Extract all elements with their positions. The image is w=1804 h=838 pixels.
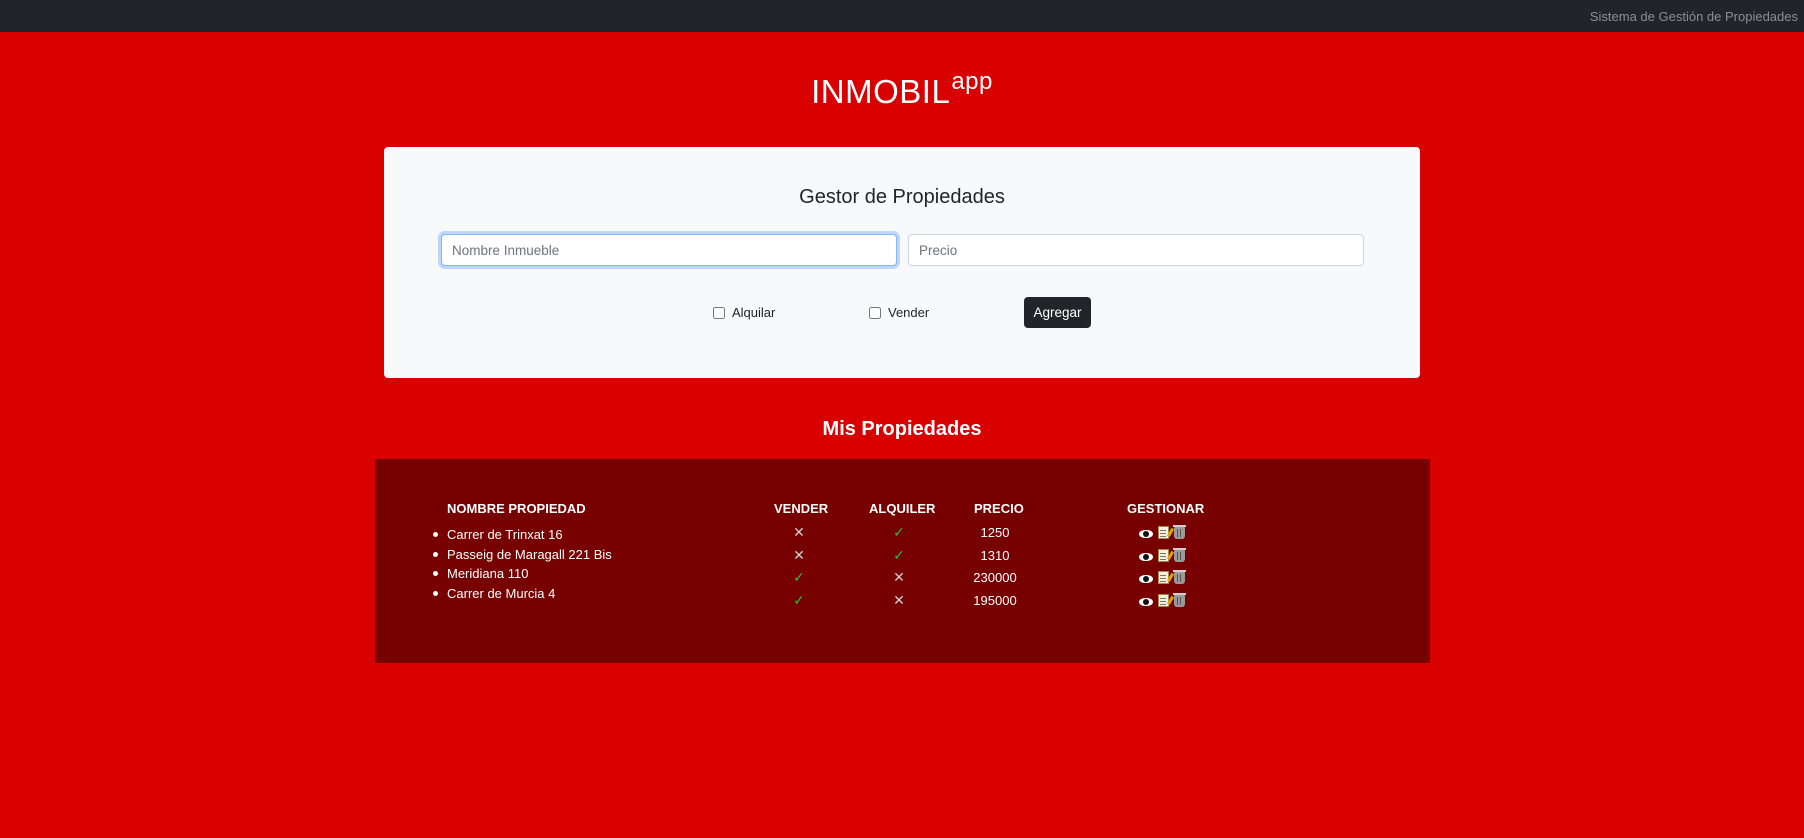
property-list: Carrer de Trinxat 16 Passeig de Maragall… (433, 525, 612, 604)
property-name: Passeig de Maragall 221 Bis (433, 545, 612, 565)
brand-main: INMOBIL (811, 73, 951, 110)
edit-icon[interactable] (1158, 526, 1169, 539)
header-alquiler: ALQUILER (869, 501, 936, 516)
navbar-title: Sistema de Gestión de Propiedades (1589, 9, 1798, 24)
trash-icon[interactable] (1173, 524, 1186, 539)
eye-icon[interactable] (1139, 574, 1153, 583)
app-logo: INMOBILapp (0, 68, 1804, 111)
row-actions (1139, 569, 1186, 584)
brand-sup: app (951, 68, 993, 95)
edit-icon[interactable] (1158, 594, 1169, 607)
property-name: Carrer de Trinxat 16 (433, 525, 612, 545)
vender-status: ✓ (793, 592, 805, 608)
eye-icon[interactable] (1139, 529, 1153, 538)
vender-checkbox[interactable] (869, 306, 881, 319)
agregar-button[interactable]: Agregar (1024, 297, 1091, 328)
property-name: Carrer de Murcia 4 (433, 584, 612, 604)
alquilar-checkbox[interactable] (713, 306, 725, 319)
alquiler-status: ✕ (893, 592, 905, 608)
form-title: Gestor de Propiedades (799, 186, 1005, 208)
alquiler-status: ✓ (893, 547, 905, 563)
alquilar-option[interactable]: Alquilar (713, 305, 775, 320)
precio-value: 1250 (980, 525, 1010, 540)
property-name: Meridiana 110 (433, 564, 612, 584)
vender-option[interactable]: Vender (869, 305, 929, 320)
row-actions (1139, 592, 1186, 607)
alquilar-label: Alquilar (732, 305, 776, 320)
edit-icon[interactable] (1158, 571, 1169, 584)
properties-panel: NOMBRE PROPIEDAD VENDER ALQUILER PRECIO … (375, 459, 1430, 663)
precio-value: 1310 (980, 548, 1010, 563)
row-actions (1139, 547, 1186, 562)
row-actions (1139, 524, 1186, 539)
eye-icon[interactable] (1139, 597, 1153, 606)
precio-value: 195000 (973, 593, 1017, 608)
top-navbar: Sistema de Gestión de Propiedades (0, 0, 1804, 32)
eye-icon[interactable] (1139, 552, 1153, 561)
vender-status: ✕ (793, 524, 805, 540)
vender-status: ✓ (793, 569, 805, 585)
nombre-inmueble-input[interactable] (441, 234, 897, 266)
trash-icon[interactable] (1173, 569, 1186, 584)
section-title: Mis Propiedades (822, 418, 982, 440)
header-precio: PRECIO (974, 501, 1024, 516)
vender-label: Vender (888, 305, 930, 320)
property-form-card: Gestor de Propiedades Alquilar Vender Ag… (384, 147, 1420, 378)
header-gestionar: GESTIONAR (1127, 501, 1205, 516)
precio-input[interactable] (908, 234, 1364, 266)
trash-icon[interactable] (1173, 547, 1186, 562)
alquiler-status: ✓ (893, 524, 905, 540)
header-nombre: NOMBRE PROPIEDAD (447, 501, 586, 516)
trash-icon[interactable] (1173, 592, 1186, 607)
alquiler-status: ✕ (893, 569, 905, 585)
precio-value: 230000 (973, 570, 1017, 585)
header-vender: VENDER (774, 501, 829, 516)
vender-status: ✕ (793, 547, 805, 563)
edit-icon[interactable] (1158, 549, 1169, 562)
